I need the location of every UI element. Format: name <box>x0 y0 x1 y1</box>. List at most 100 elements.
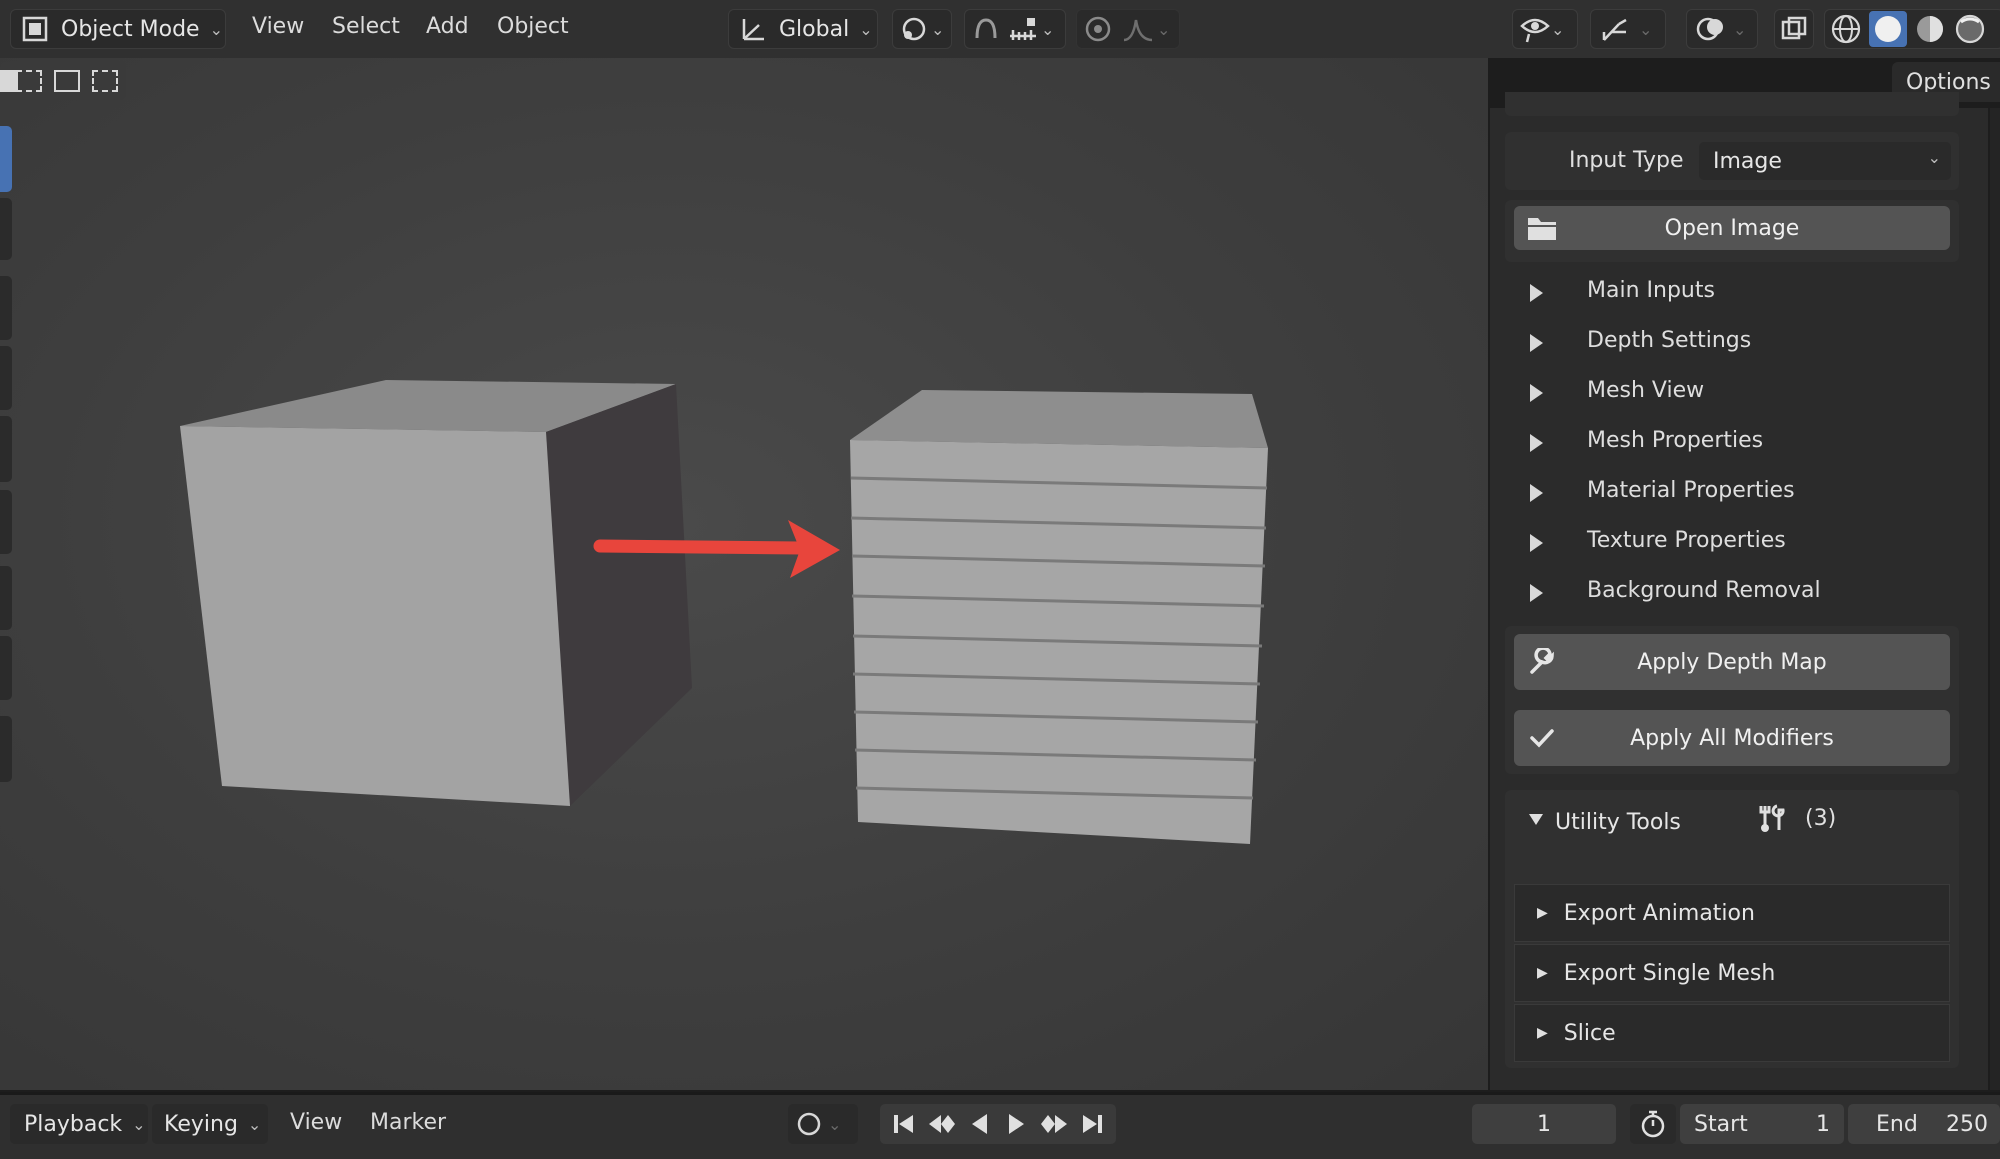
xray-toggle[interactable] <box>1774 9 1814 49</box>
section-background-removal[interactable]: Background Removal <box>1587 578 1821 603</box>
input-type-row: Input Type Image ⌄ <box>1505 132 1959 190</box>
proportional-edit-icon <box>1085 16 1111 42</box>
section-material-properties[interactable]: Material Properties <box>1587 478 1795 503</box>
material-shading-icon[interactable] <box>1913 12 1947 46</box>
previous-keyframe-icon[interactable] <box>927 1111 957 1137</box>
preview-range-toggle[interactable] <box>1630 1104 1676 1144</box>
end-frame-field[interactable]: End 250 <box>1848 1104 2000 1144</box>
expand-triangle-icon: ▶ <box>1537 1025 1548 1041</box>
slice-label: Slice <box>1563 1020 1616 1046</box>
menu-add[interactable]: Add <box>426 14 469 39</box>
start-frame-field[interactable]: Start 1 <box>1680 1104 1844 1144</box>
export-animation-label: Export Animation <box>1563 900 1755 926</box>
section-main-inputs[interactable]: Main Inputs <box>1587 278 1715 303</box>
section-mesh-view[interactable]: Mesh View <box>1587 378 1704 403</box>
input-type-label: Input Type <box>1569 148 1684 173</box>
gizmo-icon <box>1602 18 1627 41</box>
chevron-down-icon: ⌄ <box>1733 19 1747 39</box>
folder-icon <box>1528 218 1556 240</box>
expand-triangle-icon <box>1530 584 1543 602</box>
playback-dropdown[interactable]: Playback ⌄ <box>10 1104 148 1144</box>
object-mode-dropdown[interactable]: Object Mode ⌄ <box>10 9 226 49</box>
utility-tools-count: (3) <box>1805 806 1837 831</box>
utility-tools-title[interactable]: Utility Tools <box>1555 810 1681 835</box>
visibility-dropdown[interactable]: ⌄ <box>1512 9 1578 49</box>
export-single-mesh-row[interactable]: ▶ Export Single Mesh <box>1514 944 1950 1002</box>
pivot-point-dropdown[interactable]: ⌄ <box>892 9 952 49</box>
transform-orientation-dropdown[interactable]: Global ⌄ <box>728 9 878 49</box>
keying-dropdown[interactable]: Keying ⌄ <box>152 1104 268 1144</box>
solid-shading-button[interactable] <box>1869 11 1907 47</box>
plain-cube[interactable] <box>180 380 692 806</box>
solid-shading-icon <box>1875 16 1901 42</box>
open-image-button[interactable]: Open Image <box>1514 206 1950 250</box>
snapping-controls[interactable]: ⌄ <box>964 9 1066 49</box>
sidebar-tabs-strip[interactable] <box>1990 108 2000 1090</box>
chevron-down-icon: ⌄ <box>931 19 945 39</box>
chevron-down-icon: ⌄ <box>828 1114 842 1134</box>
collapse-triangle-icon[interactable] <box>1529 814 1543 825</box>
timeline-menu-view[interactable]: View <box>290 1110 342 1135</box>
chevron-down-icon: ⌄ <box>1927 148 1941 167</box>
start-label: Start <box>1694 1111 1748 1137</box>
chevron-down-icon: ⌄ <box>1551 19 1565 39</box>
timeline-menu-marker[interactable]: Marker <box>370 1110 446 1135</box>
playback-controls <box>880 1104 1116 1144</box>
input-type-dropdown[interactable]: Image ⌄ <box>1699 142 1951 180</box>
export-animation-row[interactable]: ▶ Export Animation <box>1514 884 1950 942</box>
play-icon[interactable] <box>1003 1111 1029 1137</box>
expand-triangle-icon <box>1530 284 1543 302</box>
record-icon <box>797 1112 821 1136</box>
stopwatch-icon <box>1641 1110 1665 1138</box>
gizmo-dropdown[interactable]: ⌄ <box>1590 9 1666 49</box>
xray-icon <box>1781 16 1807 40</box>
chevron-down-icon: ⌄ <box>209 19 223 39</box>
jump-to-start-icon[interactable] <box>891 1111 917 1137</box>
section-depth-settings[interactable]: Depth Settings <box>1587 328 1751 353</box>
panel-top-remnant <box>1505 92 1959 116</box>
menu-select[interactable]: Select <box>332 14 400 39</box>
apply-depth-map-label: Apply Depth Map <box>1637 649 1827 675</box>
menu-view[interactable]: View <box>252 14 304 39</box>
object-mode-label: Object Mode <box>61 16 200 42</box>
section-mesh-properties[interactable]: Mesh Properties <box>1587 428 1763 453</box>
orientation-label: Global <box>779 16 850 42</box>
end-value: 250 <box>1946 1111 1988 1137</box>
overlays-dropdown[interactable]: ⌄ <box>1686 9 1758 49</box>
tools-icon <box>1759 804 1785 832</box>
rendered-shading-icon[interactable] <box>1953 12 1987 46</box>
expand-triangle-icon <box>1530 484 1543 502</box>
end-label: End <box>1876 1111 1918 1137</box>
collapsed-sections: Main Inputs Depth Settings Mesh View Mes… <box>1505 266 1959 616</box>
object-mode-icon <box>22 16 48 42</box>
proportional-editing-controls[interactable]: ⌄ <box>1076 9 1180 49</box>
overlay-icon <box>1696 17 1723 41</box>
apply-all-modifiers-label: Apply All Modifiers <box>1630 725 1834 751</box>
apply-depth-map-button[interactable]: Apply Depth Map <box>1514 634 1950 690</box>
chevron-down-icon: ⌄ <box>1041 19 1055 39</box>
open-image-label: Open Image <box>1664 215 1800 241</box>
snap-icon <box>975 18 997 39</box>
input-type-value: Image <box>1713 148 1782 174</box>
chevron-down-icon: ⌄ <box>132 1114 146 1134</box>
current-frame-value: 1 <box>1537 1111 1551 1137</box>
next-keyframe-icon[interactable] <box>1039 1111 1069 1137</box>
auto-keying-toggle[interactable]: ⌄ <box>788 1104 858 1144</box>
play-reverse-icon[interactable] <box>967 1111 993 1137</box>
snap-increment-icon <box>1010 18 1036 40</box>
section-texture-properties[interactable]: Texture Properties <box>1587 528 1786 553</box>
visibility-icon <box>1520 18 1550 43</box>
export-single-mesh-label: Export Single Mesh <box>1563 960 1776 986</box>
options-label: Options <box>1906 69 1991 95</box>
slice-row[interactable]: ▶ Slice <box>1514 1004 1950 1062</box>
expand-triangle-icon: ▶ <box>1537 965 1548 981</box>
wireframe-shading-icon[interactable] <box>1829 12 1863 46</box>
chevron-down-icon: ⌄ <box>859 19 873 39</box>
menu-object[interactable]: Object <box>497 14 569 39</box>
apply-all-modifiers-button[interactable]: Apply All Modifiers <box>1514 710 1950 766</box>
chevron-down-icon: ⌄ <box>247 1114 262 1134</box>
sliced-cube[interactable] <box>850 390 1268 844</box>
current-frame-field[interactable]: 1 <box>1472 1104 1616 1144</box>
jump-to-end-icon[interactable] <box>1079 1111 1105 1137</box>
pivot-icon <box>902 17 926 41</box>
